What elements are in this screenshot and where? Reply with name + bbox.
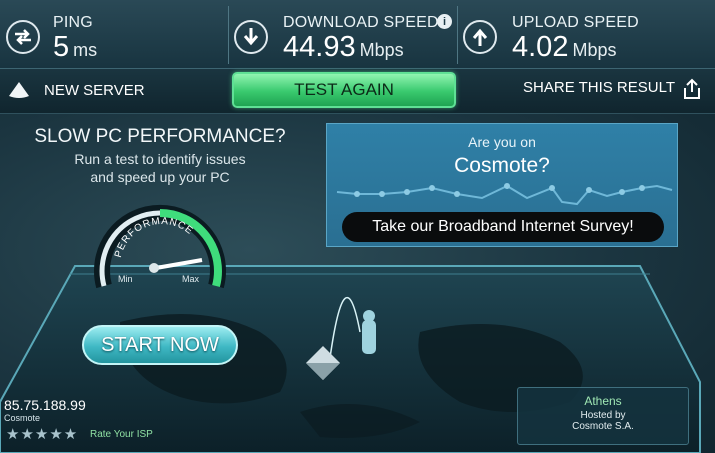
server-host: Cosmote S.A.: [572, 421, 634, 432]
upload-value: 4.02 Mbps: [512, 31, 617, 63]
promo-subtitle-line2: and speed up your PC: [90, 169, 230, 185]
upload-icon: [463, 20, 497, 54]
info-icon[interactable]: i: [437, 14, 452, 29]
promo-subtitle: Run a test to identify issues and speed …: [0, 150, 320, 186]
promo-title: SLOW PC PERFORMANCE?: [34, 126, 286, 147]
ping-label: PING: [53, 14, 93, 31]
server-info: Athens Hosted by Cosmote S.A.: [517, 387, 689, 445]
upload-label: UPLOAD SPEED: [512, 14, 639, 31]
performance-gauge-icon: PERFORMANCE Min Max: [94, 204, 226, 289]
download-unit: Mbps: [359, 40, 404, 60]
survey-question-line1: Are you on: [468, 134, 536, 150]
gauge-min-label: Min: [118, 274, 133, 284]
share-result-link[interactable]: SHARE THIS RESULT: [523, 79, 675, 96]
start-now-button[interactable]: START NOW: [82, 325, 238, 365]
server-hosted-label: Hosted by: [580, 410, 626, 421]
download-label: DOWNLOAD SPEED: [283, 14, 439, 31]
gauge-max-label: Max: [182, 274, 200, 284]
ping-stat: PING 5 ms: [0, 0, 228, 68]
survey-question-line2: Cosmote?: [454, 154, 550, 177]
action-bar: NEW SERVER TEST AGAIN SHARE THIS RESULT: [0, 69, 715, 114]
results-header: PING 5 ms DOWNLOAD SPEED 44.93 Mbps i UPLO…: [0, 0, 715, 69]
main-panel: SLOW PC PERFORMANCE? Run a test to ident…: [0, 114, 715, 453]
survey-ad[interactable]: Are you on Cosmote? Take our Broadband I…: [326, 123, 678, 247]
download-stat: DOWNLOAD SPEED 44.93 Mbps: [229, 0, 457, 68]
server-city: Athens: [584, 394, 622, 408]
ping-value: 5 ms: [53, 31, 98, 63]
download-value: 44.93 Mbps: [283, 31, 404, 63]
ping-icon: [6, 20, 40, 54]
new-server-label: NEW SERVER: [44, 81, 145, 99]
download-icon: [234, 20, 268, 54]
client-isp: Cosmote: [4, 413, 41, 423]
upload-unit: Mbps: [572, 40, 617, 60]
client-info: 85.75.188.99 Cosmote ★★★★★ Rate Your ISP: [4, 397, 164, 447]
new-server-button[interactable]: NEW SERVER: [8, 79, 145, 101]
ping-unit: ms: [73, 40, 98, 60]
share-icon[interactable]: [681, 77, 703, 101]
client-ip: 85.75.188.99: [4, 397, 86, 413]
promo-subtitle-line1: Run a test to identify issues: [74, 151, 246, 167]
star-icon[interactable]: ★★★★★: [6, 425, 78, 443]
rate-isp-link[interactable]: Rate Your ISP: [90, 429, 153, 440]
upload-stat: UPLOAD SPEED 4.02 Mbps: [458, 0, 715, 68]
test-again-button[interactable]: TEST AGAIN: [232, 72, 456, 108]
survey-button[interactable]: Take our Broadband Internet Survey!: [342, 212, 664, 242]
new-server-icon: [9, 82, 29, 98]
